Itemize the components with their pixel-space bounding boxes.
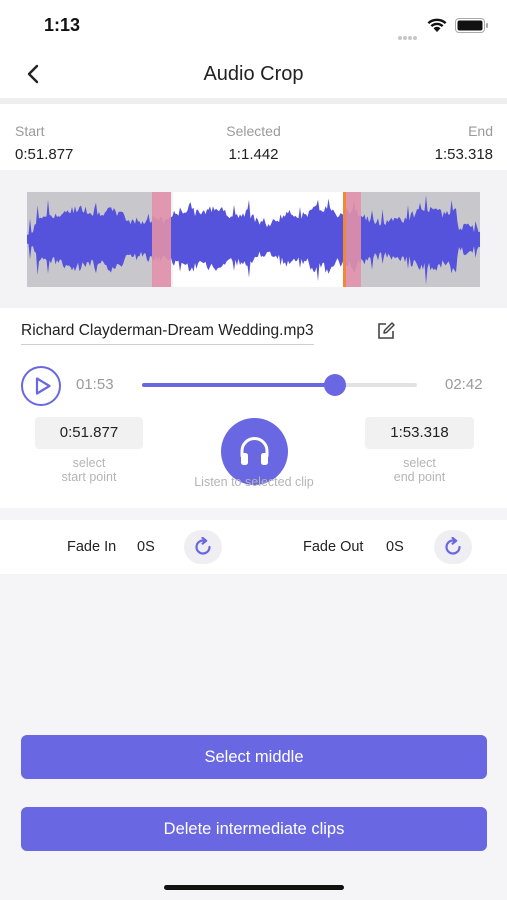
page-title: Audio Crop [203,63,304,85]
wifi-icon [427,18,447,32]
status-time: 1:13 [44,15,81,35]
headphones-icon [240,437,269,465]
battery-icon [455,18,488,33]
status-bar: 1:13 [0,0,507,50]
start-handle [152,192,171,287]
fade-out-reset-button[interactable] [434,530,472,564]
current-time: 01:53 [76,376,114,393]
fade-in-value: 0S [137,539,155,555]
chevron-left-icon[interactable] [22,63,44,85]
signal-dots-icon [398,27,420,40]
select-middle-button[interactable]: Select middle [21,735,487,779]
fade-out-value: 0S [386,539,404,555]
total-time: 02:42 [445,376,483,393]
file-name: Richard Clayderman-Dream Wedding.mp3 [21,322,314,345]
refresh-icon [445,537,461,555]
nav-bar: Audio Crop [0,50,507,98]
listen-caption: Listen to selected clip [194,475,314,489]
player-panel: Richard Clayderman-Dream Wedding.mp3 01:… [0,308,507,508]
fade-panel: Fade In 0S Fade Out 0S [0,520,507,574]
start-point-caption-line1: select [72,456,106,470]
end-label: End [468,123,493,139]
delete-intermediate-clips-button[interactable]: Delete intermediate clips [21,807,487,851]
waveform[interactable] [27,192,480,287]
selected-value: 1:1.442 [228,146,279,163]
start-point-caption-line2: start point [61,470,117,484]
playback-slider-track[interactable] [142,383,417,387]
refresh-icon [195,537,211,555]
fade-out-label: Fade Out [303,539,364,555]
start-point-field[interactable]: 0:51.877 [35,417,143,449]
fade-in-reset-button[interactable] [184,530,222,564]
playhead [343,192,346,287]
end-point-field[interactable]: 1:53.318 [365,417,474,449]
edit-icon[interactable] [376,321,396,341]
end-point-caption-line1: select [403,456,436,470]
selected-label: Selected [226,123,281,139]
fade-in-label: Fade In [67,539,117,555]
playback-slider-fill [142,383,335,387]
end-value: 1:53.318 [434,146,493,163]
play-icon [35,377,51,395]
home-indicator [164,885,344,890]
playback-slider-thumb[interactable] [323,374,346,396]
play-button[interactable] [21,366,61,406]
selection-times-panel: Start 0:51.877 Selected 1:1.442 End 1:53… [0,104,507,170]
waveform-panel [0,170,507,308]
end-point-caption-line2: end point [393,470,446,484]
